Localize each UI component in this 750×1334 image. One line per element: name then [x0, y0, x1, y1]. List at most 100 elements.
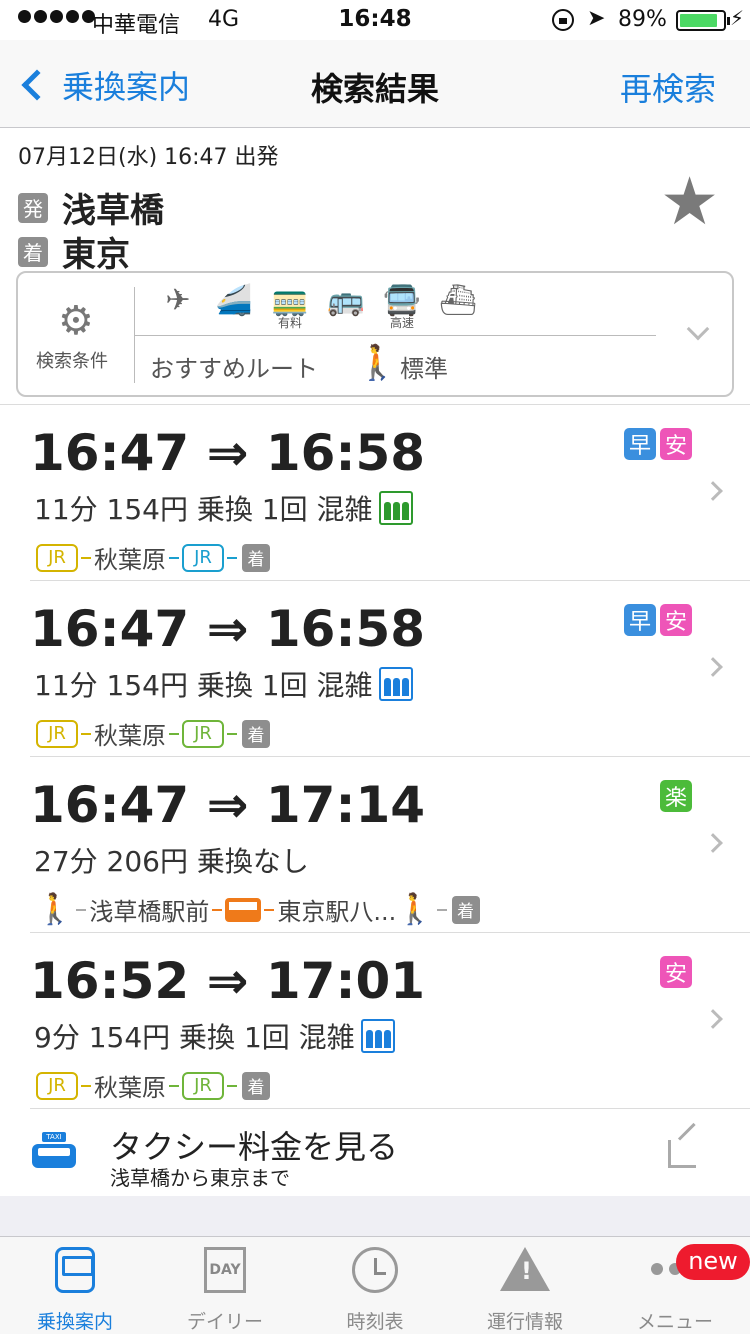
- to-station-name: 東京: [62, 235, 130, 275]
- external-link-icon: [668, 1140, 696, 1168]
- taxi-fare-row[interactable]: TAXI タクシー料金を見る 浅草橋から東京まで: [0, 1110, 750, 1196]
- airplane-icon: ✈: [158, 285, 198, 329]
- route-item[interactable]: 16:47 ⇒ 16:58 11分 154円 乗換 1回 混雑 早安 JR 秋葉原 JR 着: [30, 406, 750, 581]
- departure-datetime: 07月12日(水) 16:47 出発: [18, 145, 279, 170]
- route-tags: 安: [660, 956, 692, 988]
- route-times: 16:52 ⇒ 17:01: [30, 952, 426, 1010]
- station-name: 秋葉原: [94, 722, 166, 750]
- jr-line-badge: JR: [36, 543, 78, 572]
- tab-bar: 乗換案内 DAY デイリー 時刻表 ! 運行情報 メニュー: [0, 1236, 750, 1334]
- route-item[interactable]: 16:47 ⇒ 16:58 11分 154円 乗換 1回 混雑 早安 JR 秋葉原 JR 着: [30, 582, 750, 757]
- chevron-right-icon: [703, 657, 723, 677]
- battery-icon: [676, 10, 730, 31]
- airplane-icon-glyph: ✈: [165, 283, 191, 318]
- search-conditions-panel[interactable]: ⚙ 検索条件 ✈ 🚄 🚃 有料 🚌 🚍 高速 ⛴ おすすめルート 🚶 標準: [16, 271, 734, 397]
- tab-timetable[interactable]: 時刻表: [300, 1237, 450, 1334]
- search-summary: 07月12日(水) 16:47 出発 発 浅草橋 着 東京 ★ ⚙ 検索条件 ✈…: [0, 129, 750, 405]
- chevron-right-icon: [703, 833, 723, 853]
- crowd-level-icon: [378, 491, 413, 525]
- route-tags: 早安: [624, 428, 692, 460]
- station-name: 東京駅八...: [277, 898, 397, 926]
- tab-label: 運行情報: [486, 1311, 563, 1333]
- tab-label: 時刻表: [346, 1311, 404, 1333]
- taxi-icon-text: TAXI: [42, 1132, 66, 1142]
- research-button[interactable]: 再検索: [620, 64, 716, 110]
- route-segments: 🚶 浅草橋駅前 東京駅八... 🚶 着: [36, 892, 480, 927]
- shinkansen-icon-glyph: 🚄: [215, 283, 253, 318]
- route-tag-badge: 楽: [660, 780, 692, 812]
- location-arrow-icon: ➤: [587, 6, 606, 31]
- route-info: 9分 154円 乗換 1回 混雑: [34, 1016, 395, 1056]
- tab-label: 乗換案内: [36, 1311, 113, 1333]
- day-calendar-icon: DAY: [204, 1247, 246, 1293]
- walk-speed: 標準: [400, 355, 448, 383]
- route-times: 16:47 ⇒ 17:14: [30, 776, 426, 834]
- arrival-badge: 着: [242, 719, 270, 748]
- mode-sublabel: 有料: [277, 316, 302, 330]
- from-station-name: 浅草橋: [62, 191, 164, 231]
- chevron-down-icon[interactable]: [686, 317, 710, 341]
- limited-express-icon-glyph: 🚃: [271, 283, 309, 318]
- from-station: 発 浅草橋: [18, 183, 164, 232]
- crowd-level-icon: [360, 1019, 395, 1053]
- route-info: 11分 154円 乗換 1回 混雑: [34, 664, 413, 704]
- bus-icon: [225, 897, 262, 922]
- route-summary: 11分 154円 乗換 1回 混雑: [34, 669, 373, 702]
- chevron-right-icon: [703, 1009, 723, 1029]
- route-item[interactable]: 16:47 ⇒ 17:14 27分 206円 乗換なし 楽 🚶 浅草橋駅前 東京駅八...…: [30, 758, 750, 933]
- jr-line-badge: JR: [36, 1071, 78, 1100]
- route-summary: 9分 154円 乗換 1回 混雑: [34, 1021, 355, 1054]
- route-segments: JR 秋葉原 JR 着: [36, 716, 270, 751]
- route-tag-badge: 安: [660, 956, 692, 988]
- to-station: 着 東京: [18, 227, 130, 276]
- route-tags: 楽: [660, 780, 692, 812]
- ferry-icon: ⛴: [438, 285, 478, 329]
- station-name: 浅草橋駅前: [89, 898, 210, 926]
- bus-icon: 🚌: [326, 285, 366, 329]
- transport-modes: ✈ 🚄 🚃 有料 🚌 🚍 高速 ⛴: [158, 283, 478, 330]
- train-icon: [55, 1247, 95, 1293]
- mode-sublabel: 高速: [389, 316, 414, 330]
- walking-person-icon: 🚶: [356, 343, 399, 383]
- route-preference: おすすめルート: [150, 355, 318, 383]
- tab-service-info[interactable]: ! 運行情報: [450, 1237, 600, 1334]
- station-name: 秋葉原: [94, 546, 166, 574]
- clock-icon: [352, 1247, 398, 1293]
- warning-icon: !: [500, 1247, 550, 1291]
- route-tag-badge: 早: [624, 428, 656, 460]
- arrival-badge: 着: [242, 543, 270, 572]
- route-tag-badge: 早: [624, 604, 656, 636]
- route-tags: 早安: [624, 604, 692, 636]
- divider: [134, 335, 656, 336]
- route-info: 27分 206円 乗換なし: [34, 840, 309, 880]
- tab-transit[interactable]: 乗換案内: [0, 1237, 150, 1334]
- favorite-star-icon[interactable]: ★: [660, 169, 719, 235]
- battery-percent: 89%: [618, 7, 667, 32]
- route-summary: 11分 154円 乗換 1回 混雑: [34, 493, 373, 526]
- tab-label: メニュー: [636, 1311, 713, 1333]
- tab-daily[interactable]: DAY デイリー: [150, 1237, 300, 1334]
- ferry-icon-glyph: ⛴: [438, 283, 478, 318]
- arrival-badge: 着: [242, 1071, 270, 1100]
- highway-bus-icon-glyph: 🚍: [383, 283, 421, 318]
- day-icon-text: DAY: [209, 1262, 241, 1278]
- chevron-right-icon: [703, 481, 723, 501]
- route-item[interactable]: 16:52 ⇒ 17:01 9分 154円 乗換 1回 混雑 安 JR 秋葉原 JR 着: [30, 934, 750, 1109]
- shinkansen-icon: 🚄: [214, 285, 254, 329]
- jr-line-badge: JR: [182, 1071, 224, 1100]
- route-segments: JR 秋葉原 JR 着: [36, 540, 270, 575]
- highway-bus-icon: 🚍 高速: [382, 283, 422, 330]
- limited-express-icon: 🚃 有料: [270, 283, 310, 330]
- gear-icon: ⚙: [58, 298, 94, 344]
- crowd-level-icon: [378, 667, 413, 701]
- route-segments: JR 秋葉原 JR 着: [36, 1068, 270, 1103]
- status-bar: 中華電信 4G 16:48 ➤ 89% ⚡: [0, 0, 750, 40]
- taxi-fare-subtitle: 浅草橋から東京まで: [110, 1166, 290, 1190]
- bus-icon-glyph: 🚌: [327, 283, 365, 318]
- to-badge: 着: [18, 236, 48, 267]
- route-tag-badge: 安: [660, 604, 692, 636]
- jr-line-badge: JR: [36, 719, 78, 748]
- tab-label: デイリー: [186, 1311, 263, 1333]
- bottom-spacer: [0, 1196, 750, 1236]
- route-summary: 27分 206円 乗換なし: [34, 845, 309, 878]
